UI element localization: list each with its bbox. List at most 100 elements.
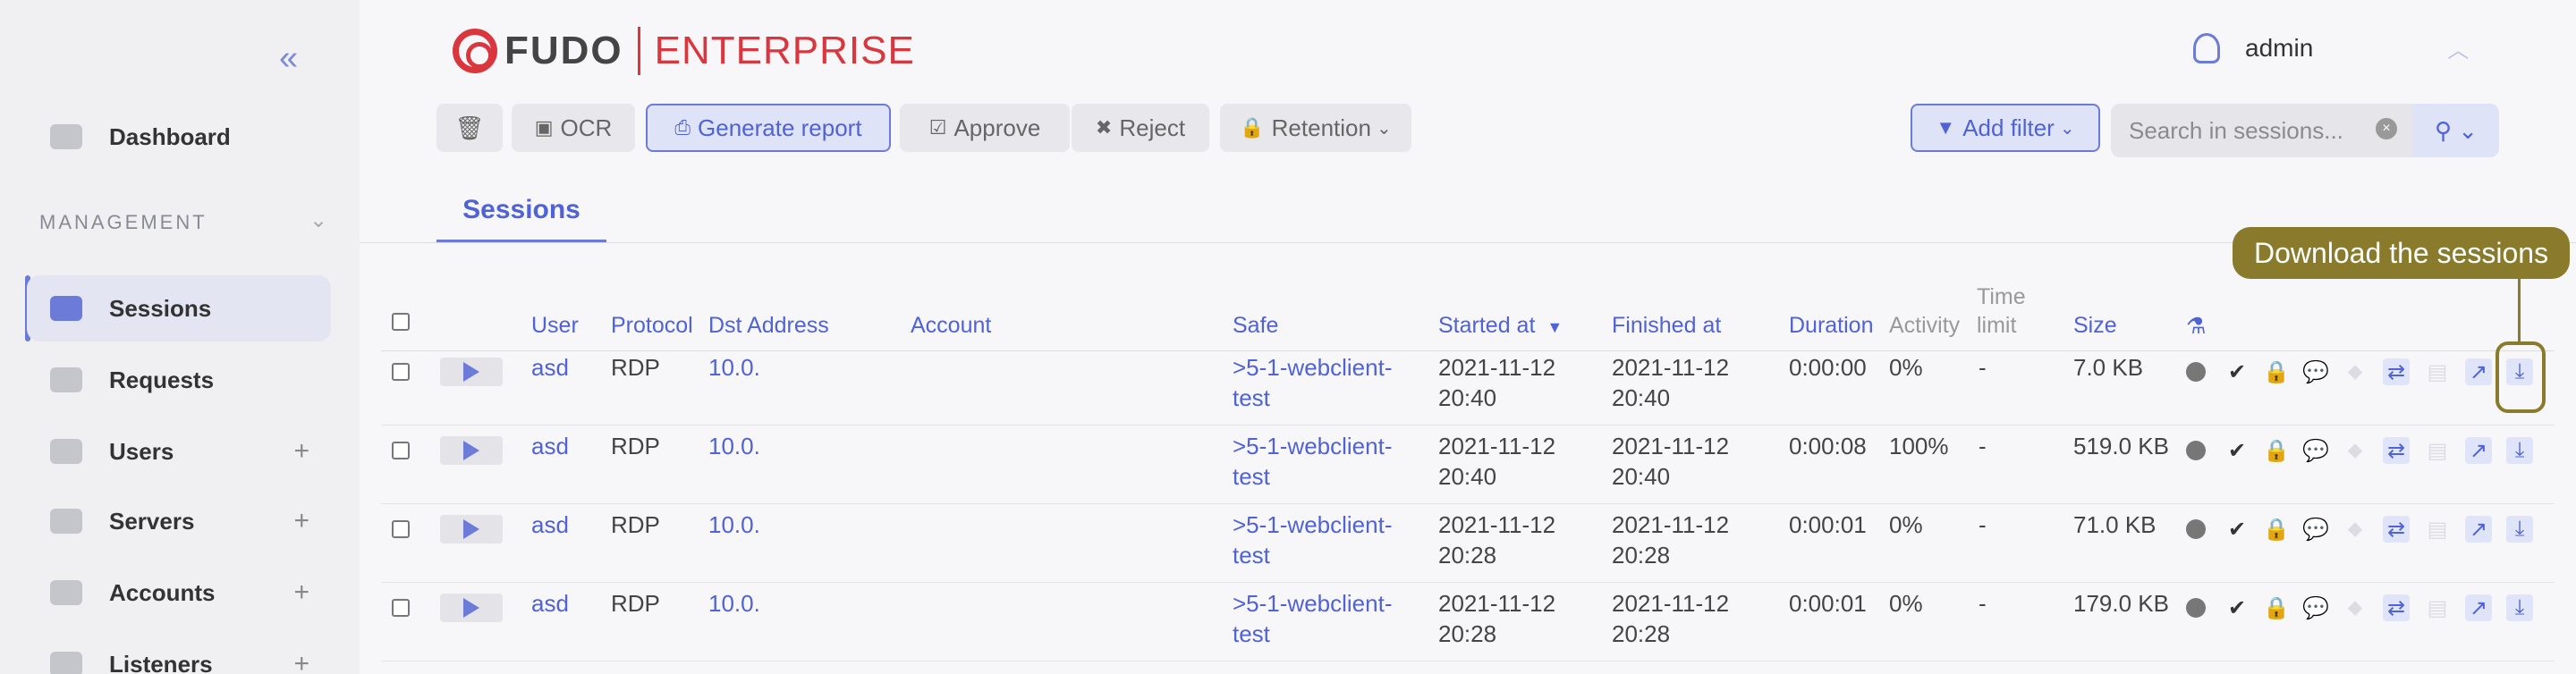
safe-cell-line2[interactable]: test xyxy=(1233,619,1270,649)
column-finished-at[interactable]: Finished at xyxy=(1612,313,1721,339)
exchange-icon[interactable]: ⇄ xyxy=(2383,358,2410,385)
sidebar-item-listeners[interactable]: Listeners + xyxy=(27,631,331,674)
exchange-icon[interactable]: ⇄ xyxy=(2383,594,2410,621)
sidebar-item-dashboard[interactable]: Dashboard xyxy=(27,104,331,170)
row-checkbox[interactable] xyxy=(392,599,410,617)
safe-cell-line1[interactable]: >5-1-webclient- xyxy=(1233,588,1392,619)
user-menu[interactable]: admin ︿ xyxy=(2193,32,2469,63)
column-duration[interactable]: Duration xyxy=(1789,313,1874,339)
sidebar-item-servers[interactable]: Servers + xyxy=(27,488,331,554)
safe-cell-line2[interactable]: test xyxy=(1233,461,1270,492)
play-icon[interactable] xyxy=(440,358,503,386)
user-cell[interactable]: asd xyxy=(531,352,569,383)
safe-cell-line2[interactable]: test xyxy=(1233,540,1270,570)
column-dst-address[interactable]: Dst Address xyxy=(708,313,829,339)
search-placeholder: Search in sessions... xyxy=(2129,116,2343,144)
add-filter-button[interactable]: ▼ Add filter ⌄ xyxy=(1911,104,2100,152)
user-icon xyxy=(2193,32,2220,63)
exchange-icon[interactable]: ⇄ xyxy=(2383,516,2410,543)
chevron-up-icon[interactable]: ︿ xyxy=(2447,32,2469,63)
safe-cell-line1[interactable]: >5-1-webclient- xyxy=(1233,352,1392,383)
column-safe[interactable]: Safe xyxy=(1233,313,1278,339)
lock-icon[interactable]: 🔒 xyxy=(2263,437,2290,464)
sidebar-item-label: Servers xyxy=(109,507,195,535)
tag-icon[interactable]: ⬥ xyxy=(2342,437,2368,464)
add-user-button[interactable]: + xyxy=(293,436,309,467)
tag-icon[interactable]: ⬥ xyxy=(2342,516,2368,543)
play-icon[interactable] xyxy=(440,594,503,622)
play-icon[interactable] xyxy=(440,436,503,465)
generate-report-button[interactable]: ⎙ Generate report xyxy=(646,104,891,152)
reject-button[interactable]: ✖ Reject xyxy=(1072,104,1209,152)
folder-icon[interactable]: ▤ xyxy=(2424,358,2451,385)
user-cell[interactable]: asd xyxy=(531,431,569,461)
check-icon: ✔ xyxy=(2227,438,2247,463)
flask-icon[interactable]: ⚗ xyxy=(2186,313,2206,340)
select-all-checkbox[interactable] xyxy=(392,313,410,331)
column-user[interactable]: User xyxy=(531,313,579,339)
finished-at-time: 20:40 xyxy=(1612,463,1671,490)
activity-cell: 0% xyxy=(1889,511,1923,538)
retention-button[interactable]: 🔒 Retention ⌄ xyxy=(1220,104,1411,152)
sidebar-item-requests[interactable]: Requests xyxy=(27,347,331,413)
folder-icon[interactable]: ▤ xyxy=(2424,516,2451,543)
clear-search-icon[interactable]: × xyxy=(2376,118,2397,139)
add-server-button[interactable]: + xyxy=(293,506,309,536)
reject-label: Reject xyxy=(1119,114,1186,141)
user-cell[interactable]: asd xyxy=(531,510,569,540)
column-account[interactable]: Account xyxy=(911,313,991,339)
chevron-down-icon[interactable]: ⌄ xyxy=(309,207,327,233)
started-at-time: 20:40 xyxy=(1438,463,1497,490)
status-dot-icon xyxy=(2182,594,2209,621)
folder-icon[interactable]: ▤ xyxy=(2424,594,2451,621)
column-protocol[interactable]: Protocol xyxy=(611,313,693,339)
collapse-sidebar-icon[interactable]: « xyxy=(279,39,298,78)
safe-cell-line2[interactable]: test xyxy=(1233,383,1270,413)
activity-cell: 100% xyxy=(1889,433,1949,459)
lock-icon[interactable]: 🔒 xyxy=(2263,358,2290,385)
safe-cell-line1[interactable]: >5-1-webclient- xyxy=(1233,431,1392,461)
delete-button[interactable]: 🗑 xyxy=(436,104,503,152)
comment-icon[interactable]: 💬 xyxy=(2302,358,2329,385)
sidebar-item-label: Dashboard xyxy=(109,122,231,150)
comment-icon[interactable]: 💬 xyxy=(2302,516,2329,543)
download-icon[interactable]: ⤓ xyxy=(2506,516,2533,543)
sidebar-item-sessions[interactable]: Sessions xyxy=(27,275,331,341)
lock-icon[interactable]: 🔒 xyxy=(2263,594,2290,621)
comment-icon[interactable]: 💬 xyxy=(2302,594,2329,621)
dst-address-cell[interactable]: 10.0. xyxy=(708,352,760,383)
download-icon[interactable]: ⤓ xyxy=(2506,437,2533,464)
play-icon[interactable] xyxy=(440,515,503,543)
sidebar-item-accounts[interactable]: Accounts + xyxy=(27,560,331,626)
tag-icon[interactable]: ⬥ xyxy=(2342,358,2368,385)
folder-icon[interactable]: ▤ xyxy=(2424,437,2451,464)
download-icon[interactable]: ⤓ xyxy=(2506,594,2533,621)
share-icon[interactable]: ↗ xyxy=(2465,594,2492,621)
approve-button[interactable]: ☑ Approve xyxy=(900,104,1070,152)
search-input[interactable]: Search in sessions... × xyxy=(2111,104,2413,157)
add-account-button[interactable]: + xyxy=(293,577,309,608)
safe-cell-line1[interactable]: >5-1-webclient- xyxy=(1233,510,1392,540)
user-cell[interactable]: asd xyxy=(531,588,569,619)
share-icon[interactable]: ↗ xyxy=(2465,516,2492,543)
row-checkbox[interactable] xyxy=(392,520,410,538)
sidebar-item-users[interactable]: Users + xyxy=(27,418,331,484)
row-checkbox[interactable] xyxy=(392,363,410,381)
comment-icon[interactable]: 💬 xyxy=(2302,437,2329,464)
dst-address-cell[interactable]: 10.0. xyxy=(708,510,760,540)
exchange-icon[interactable]: ⇄ xyxy=(2383,437,2410,464)
search-button[interactable]: ⚲ ⌄ xyxy=(2413,104,2499,157)
row-checkbox[interactable] xyxy=(392,442,410,459)
share-icon[interactable]: ↗ xyxy=(2465,358,2492,385)
dst-address-cell[interactable]: 10.0. xyxy=(708,431,760,461)
ocr-button[interactable]: ▣ OCR xyxy=(512,104,635,152)
share-icon[interactable]: ↗ xyxy=(2465,437,2492,464)
tag-icon[interactable]: ⬥ xyxy=(2342,594,2368,621)
column-started-at[interactable]: Started at ▼ xyxy=(1438,313,1563,339)
tab-sessions[interactable]: Sessions xyxy=(436,195,606,243)
add-listener-button[interactable]: + xyxy=(293,649,309,674)
row-divider xyxy=(381,503,2555,504)
column-size[interactable]: Size xyxy=(2073,313,2117,339)
lock-icon[interactable]: 🔒 xyxy=(2263,516,2290,543)
dst-address-cell[interactable]: 10.0. xyxy=(708,588,760,619)
